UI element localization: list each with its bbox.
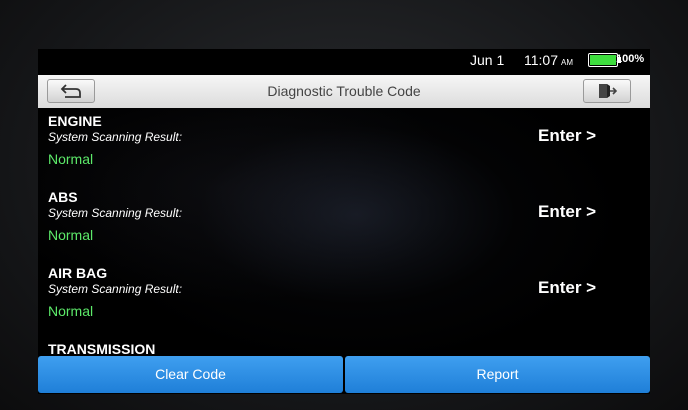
scanning-result-label: System Scanning Result:: [48, 206, 183, 220]
scanning-status: Normal: [48, 227, 94, 243]
scanning-result-label: System Scanning Result:: [48, 130, 183, 144]
system-row-abs: ABS System Scanning Result: Normal Enter…: [48, 189, 638, 265]
title-bar: Diagnostic Trouble Code: [38, 75, 650, 108]
battery-percent: 100%: [616, 53, 645, 65]
scanning-status: Normal: [48, 303, 94, 319]
system-row-airbag: AIR BAG System Scanning Result: Normal E…: [48, 265, 638, 341]
report-button[interactable]: Report: [345, 356, 650, 393]
status-time-value: 11:07: [524, 52, 558, 68]
back-arrow-icon: [60, 84, 81, 98]
battery-icon: [588, 53, 621, 67]
battery-fill: [590, 55, 616, 65]
enter-button-abs[interactable]: Enter >: [538, 202, 596, 222]
clear-code-button[interactable]: Clear Code: [38, 356, 343, 393]
system-row-transmission: TRANSMISSION: [48, 341, 638, 355]
system-list: ENGINE System Scanning Result: Normal En…: [38, 108, 650, 355]
system-name: TRANSMISSION: [48, 341, 156, 355]
status-bar: Jun 1 11:07 AM 100%: [38, 49, 650, 73]
system-row-engine: ENGINE System Scanning Result: Normal En…: [48, 113, 638, 189]
status-date: Jun 1: [470, 52, 505, 68]
system-name: AIR BAG: [48, 265, 108, 281]
page-title: Diagnostic Trouble Code: [267, 83, 421, 99]
bottom-bar: Clear Code Report: [38, 355, 650, 394]
exit-icon: [599, 84, 617, 98]
enter-button-airbag[interactable]: Enter >: [538, 278, 596, 298]
system-name: ABS: [48, 189, 78, 205]
enter-button-engine[interactable]: Enter >: [538, 126, 596, 146]
scanning-status: Normal: [48, 151, 94, 167]
system-name: ENGINE: [48, 113, 102, 129]
status-time: 11:07 AM: [524, 52, 573, 68]
device-screen: Jun 1 11:07 AM 100% Diagnostic Trouble Co…: [38, 49, 650, 394]
status-ampm: AM: [561, 58, 573, 67]
back-button[interactable]: [47, 79, 95, 103]
exit-button[interactable]: [583, 79, 631, 103]
scanning-result-label: System Scanning Result:: [48, 282, 183, 296]
